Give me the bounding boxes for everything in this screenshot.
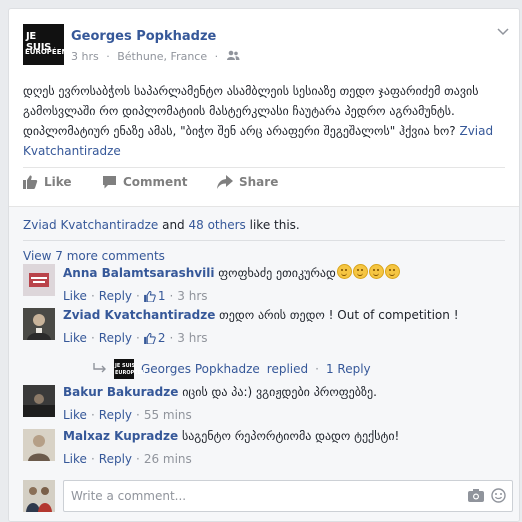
like-button[interactable]: Like: [23, 175, 72, 189]
post-author-name[interactable]: Georges Popkhadze: [71, 29, 216, 44]
comment-time[interactable]: 26 mins: [144, 452, 192, 466]
smiley-icon: [384, 264, 400, 279]
share-button-label: Share: [239, 175, 279, 189]
share-arrow-icon: [217, 175, 233, 189]
comment-reply-link[interactable]: Reply: [99, 408, 132, 422]
comment-actions: Like · Reply · 26 mins: [63, 452, 192, 466]
comment-like-number: 1: [157, 289, 166, 303]
comment-body: Anna Balamtsarashvili ფოფხაძე ეთიკურად L…: [63, 264, 503, 303]
smiley-icon: [368, 264, 384, 279]
emoji-icon[interactable]: [491, 488, 506, 506]
likes-summary-user[interactable]: Zviad Kvatchantiradze: [23, 218, 158, 232]
current-user-avatar[interactable]: [23, 480, 55, 512]
commenter-avatar[interactable]: [23, 264, 55, 296]
replier-avatar[interactable]: JE SUIS EUROPÉEN: [114, 359, 145, 379]
comment-like-number: 2: [157, 331, 166, 345]
comment-text: ფოფხაძე ეთიკურად: [218, 266, 336, 280]
replied-verb[interactable]: replied: [267, 362, 308, 376]
comment-button-label: Comment: [123, 175, 188, 189]
post-card: JE SUIS EUROPÉEN Georges Popkhadze 3 hrs…: [8, 8, 520, 522]
reply-summary[interactable]: JE SUIS EUROPÉEN Georges Popkhadze repli…: [93, 359, 371, 379]
post-header: JE SUIS EUROPÉEN: [23, 24, 68, 65]
likes-summary-others[interactable]: 48 others: [189, 218, 246, 232]
comment-bubble-icon: [102, 175, 117, 189]
comment-body: Zviad Kvatchantiradze თედო არის თედო ! O…: [63, 308, 503, 345]
comment-like-link[interactable]: Like: [63, 452, 87, 466]
comment-button[interactable]: Comment: [102, 175, 187, 189]
comment-actions: Like · Reply · 55 mins: [63, 408, 192, 422]
post-options-chevron-icon[interactable]: [497, 25, 509, 40]
like-button-label: Like: [44, 175, 72, 189]
likes-divider: [23, 240, 505, 241]
likes-summary-suffix: like this.: [249, 218, 300, 232]
comment-text: საგენტო რეპორტიომა დადო ტექსტი!: [181, 429, 400, 443]
comment-text: იცის და პა:) ვგიჟდები პროფებზე.: [182, 385, 377, 399]
post-body: დღეს ევროსაბჭოს საპარლამენტო ასამბლეის ს…: [23, 81, 503, 161]
post-text: დღეს ევროსაბჭოს საპარლამენტო ასამბლეის ს…: [23, 84, 479, 138]
likes-summary: Zviad Kvatchantiradze and 48 others like…: [23, 218, 300, 232]
comment-time[interactable]: 55 mins: [144, 408, 192, 422]
audience-friends-icon[interactable]: [226, 50, 240, 63]
comment-body: Malxaz Kupradze საგენტო რეპორტიომა დადო …: [63, 429, 503, 466]
reply-count[interactable]: 1 Reply: [326, 362, 371, 376]
smiley-icon: [336, 264, 352, 279]
comment-text: თედო არის თედო ! Out of competition !: [219, 308, 459, 322]
commenter-name[interactable]: Malxaz Kupradze: [63, 429, 178, 443]
comment-like-link[interactable]: Like: [63, 331, 87, 345]
camera-icon[interactable]: [468, 488, 484, 505]
replier-name[interactable]: Georges Popkhadze: [141, 362, 260, 376]
avatar-text-bottom: EUROPÉEN: [25, 48, 68, 56]
replier-avatar-text-top: JE SUIS: [115, 363, 136, 369]
comment-reply-link[interactable]: Reply: [99, 331, 132, 345]
comment-reply-link[interactable]: Reply: [99, 452, 132, 466]
comment-like-link[interactable]: Like: [63, 289, 87, 303]
commenter-name[interactable]: Anna Balamtsarashvili: [63, 266, 214, 280]
likes-summary-and: and: [162, 218, 185, 232]
comment-actions: Like · Reply · 1 · 3 hrs: [63, 289, 208, 303]
commenter-avatar[interactable]: [23, 385, 55, 417]
post-time[interactable]: 3 hrs: [71, 50, 99, 63]
commenter-avatar[interactable]: [23, 308, 55, 340]
thumbs-up-icon: [23, 175, 38, 189]
comment-time[interactable]: 3 hrs: [177, 289, 207, 303]
smiley-icon: [352, 264, 368, 279]
comment-input-placeholder: Write a comment...: [71, 489, 187, 503]
commenter-name[interactable]: Zviad Kvatchantiradze: [63, 308, 215, 322]
comment-like-count[interactable]: 1: [143, 289, 166, 303]
author-avatar[interactable]: JE SUIS EUROPÉEN: [23, 24, 68, 65]
commenter-name[interactable]: Bakur Bakuradze: [63, 385, 178, 399]
replier-avatar-text-bottom: EUROPÉEN: [115, 370, 146, 376]
comment-reply-link[interactable]: Reply: [99, 289, 132, 303]
post-meta: 3 hrs · Béthune, France ·: [71, 50, 240, 63]
comment-input[interactable]: Write a comment...: [63, 480, 513, 512]
post-location[interactable]: Béthune, France: [117, 50, 207, 63]
share-button[interactable]: Share: [217, 175, 278, 189]
reply-arrow-icon: [93, 362, 107, 376]
thumbs-up-icon: [143, 332, 156, 344]
comment-actions: Like · Reply · 2 · 3 hrs: [63, 331, 208, 345]
comment-time[interactable]: 3 hrs: [177, 331, 207, 345]
view-more-comments-link[interactable]: View 7 more comments: [23, 249, 165, 263]
comment-body: Bakur Bakuradze იცის და პა:) ვგიჟდები პრ…: [63, 385, 503, 422]
comment-like-link[interactable]: Like: [63, 408, 87, 422]
commenter-avatar[interactable]: [23, 429, 55, 461]
actions-divider: [23, 167, 505, 168]
comment-like-count[interactable]: 2: [143, 331, 166, 345]
thumbs-up-icon: [143, 290, 156, 302]
